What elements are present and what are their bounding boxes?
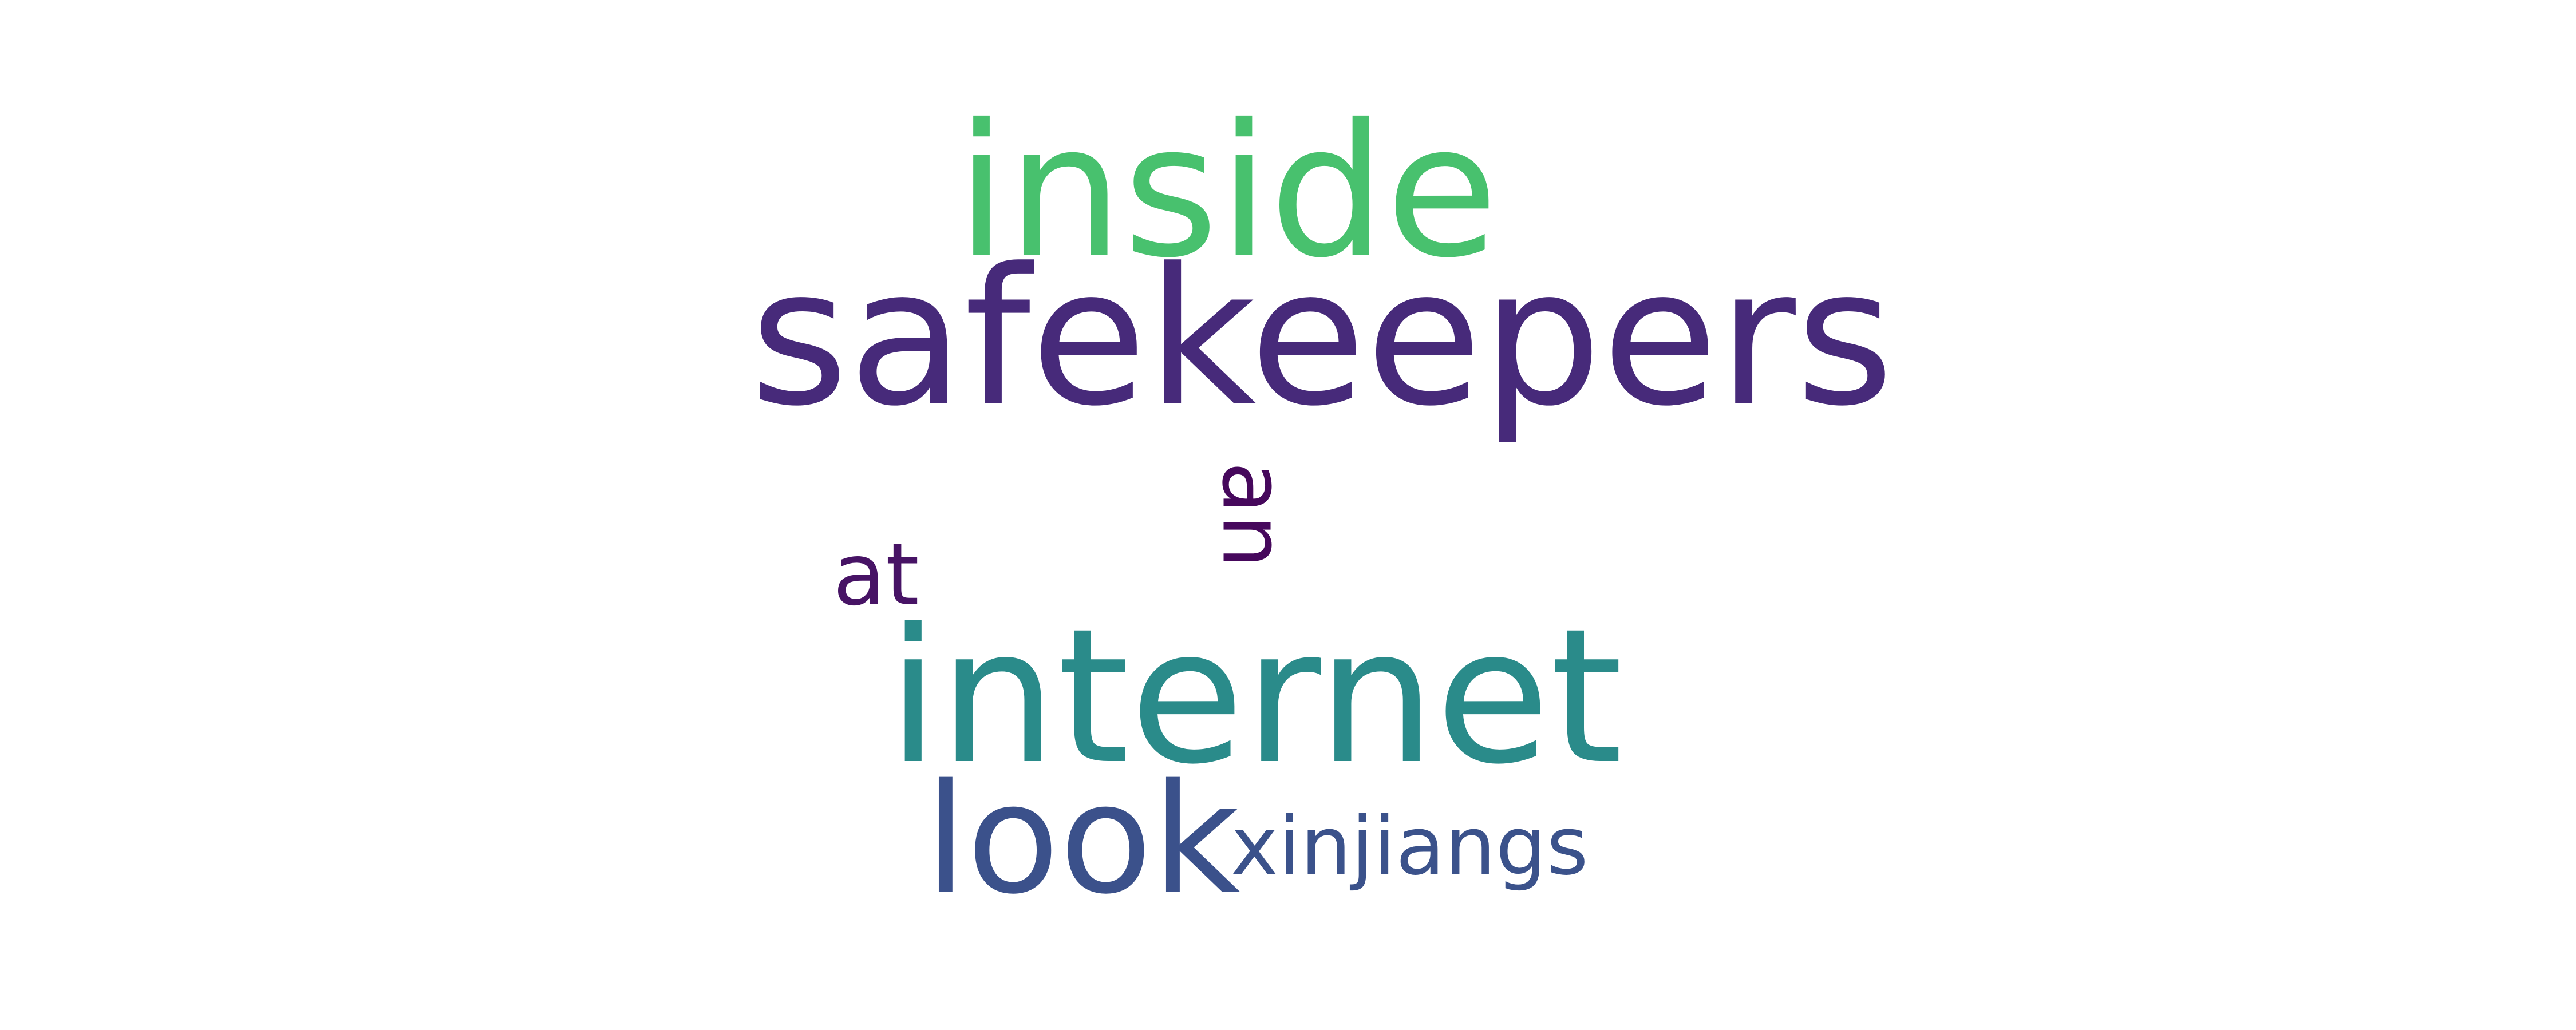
word-cloud: inside safekeepers internet look xinjian… xyxy=(0,0,2576,1030)
word-safekeepers: safekeepers xyxy=(750,228,1894,447)
word-look: look xyxy=(924,751,1240,928)
word-an: an xyxy=(1203,461,1303,569)
word-at: at xyxy=(833,525,919,625)
word-xinjiangs: xinjiangs xyxy=(1231,800,1589,893)
